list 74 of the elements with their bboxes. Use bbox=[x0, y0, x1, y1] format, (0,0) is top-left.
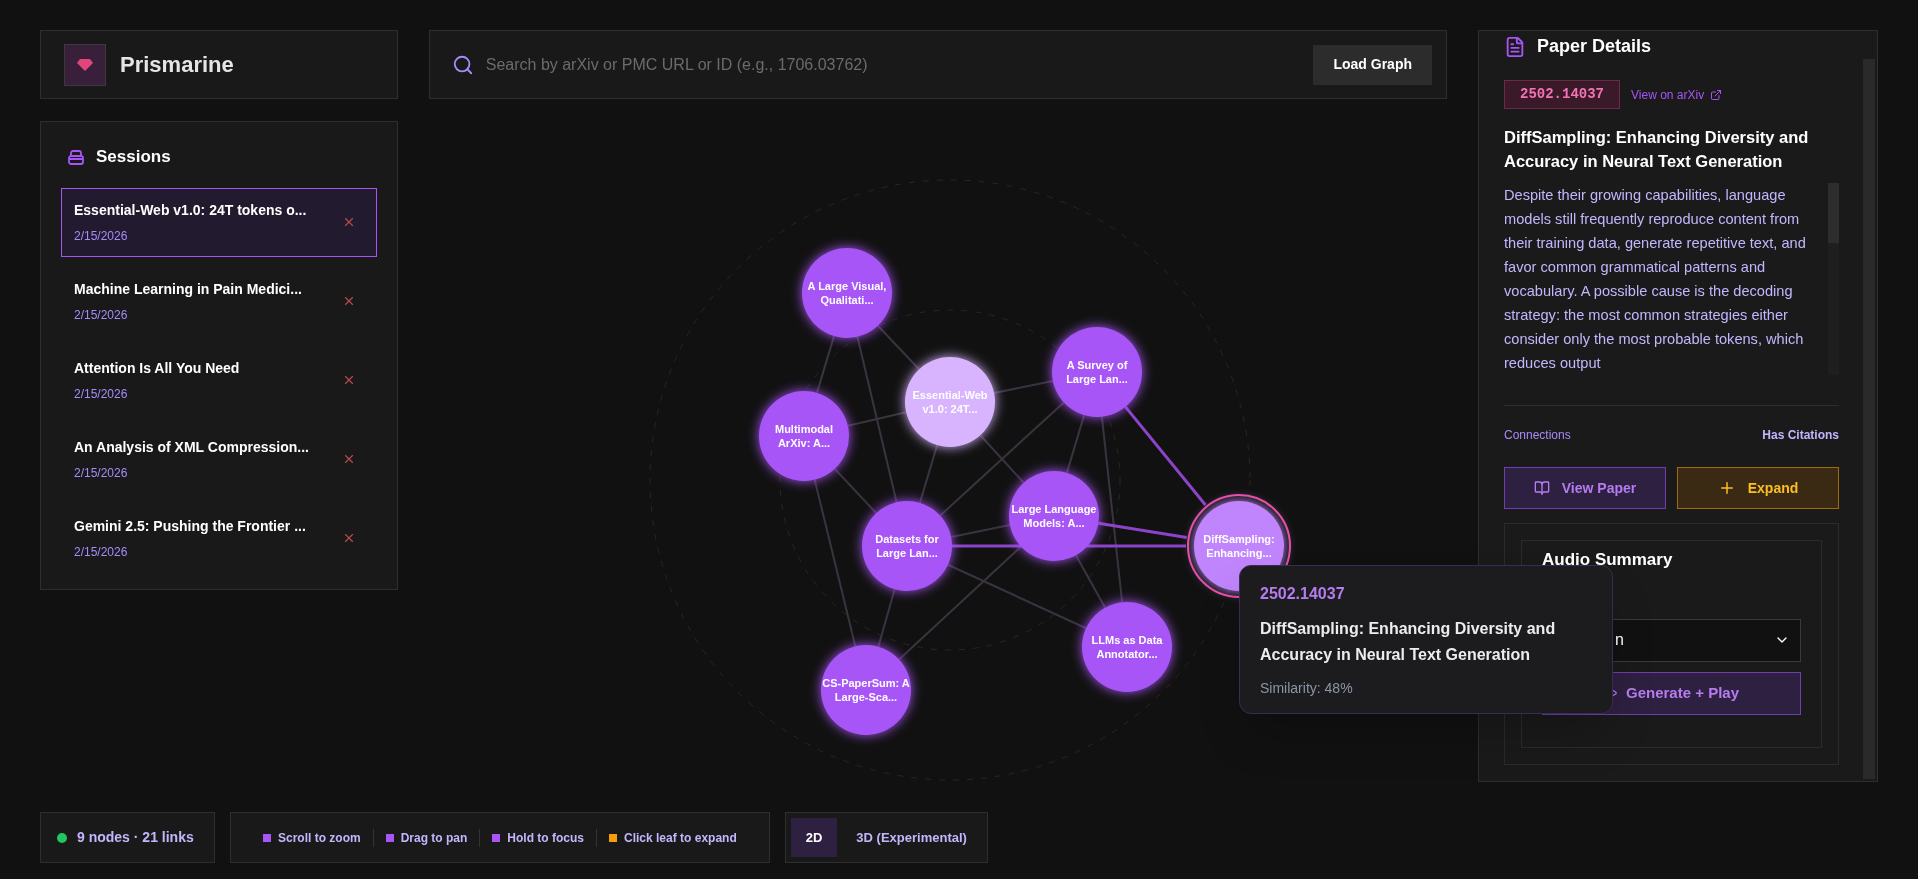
node-label: CS-PaperSum: A bbox=[822, 676, 910, 690]
node-label: Qualitati... bbox=[820, 293, 874, 307]
hint-text: Scroll to zoom bbox=[278, 829, 361, 847]
session-item[interactable]: Essential-Web v1.0: 24T tokens o... 2/15/2026 bbox=[61, 187, 377, 257]
stats-text: 9 nodes · 21 links bbox=[77, 828, 194, 847]
node-label: Datasets for bbox=[875, 532, 939, 546]
graph-edge bbox=[877, 588, 896, 648]
graph-node[interactable] bbox=[1082, 602, 1172, 692]
search-field[interactable]: Search by arXiv or PMC URL or ID (e.g., 1706.03762) Load Graph bbox=[428, 30, 1447, 99]
node-label: Models: A... bbox=[1023, 516, 1085, 530]
external-link-icon bbox=[1710, 88, 1723, 101]
graph-node[interactable] bbox=[802, 248, 892, 338]
session-title: Essential-Web v1.0: 24T tokens o... bbox=[74, 200, 307, 220]
node-label: Large Lan... bbox=[1066, 372, 1128, 386]
graph-node[interactable] bbox=[759, 391, 849, 481]
graph-edge bbox=[815, 335, 836, 394]
expand-button[interactable]: Expand bbox=[1677, 467, 1839, 509]
view-tab[interactable]: 2D bbox=[790, 818, 838, 857]
graph-edge bbox=[950, 524, 1011, 538]
hint-text: Click leaf to expand bbox=[624, 829, 737, 847]
session-date: 2/15/2026 bbox=[74, 464, 129, 482]
session-item[interactable]: Attention Is All You Need 2/15/2026 bbox=[61, 345, 377, 415]
session-item[interactable]: Gemini 2.5: Pushing the Frontier ... 2/15/2026 bbox=[61, 503, 377, 573]
session-date: 2/15/2026 bbox=[74, 306, 129, 324]
graph-node[interactable] bbox=[1052, 327, 1142, 417]
search-icon bbox=[451, 53, 474, 76]
graph-node[interactable] bbox=[905, 357, 995, 447]
node-label: Essential-Web bbox=[912, 388, 988, 402]
session-item[interactable]: An Analysis of XML Compression... 2/15/2026 bbox=[61, 424, 377, 494]
node-label: DiffSampling: bbox=[1203, 532, 1275, 546]
graph-edge bbox=[993, 380, 1054, 394]
graph-node[interactable] bbox=[862, 501, 952, 591]
node-label: Large Lan... bbox=[876, 546, 938, 560]
session-title: Attention Is All You Need bbox=[74, 358, 240, 378]
node-label: A Large Visual, bbox=[807, 279, 887, 293]
brand-name: Prismarine bbox=[120, 51, 234, 79]
node-label: Large-Sca... bbox=[834, 690, 898, 704]
node-label: v1.0: 24T... bbox=[922, 402, 978, 416]
sessions-title: Sessions bbox=[96, 146, 171, 168]
connections-label: Connections bbox=[1504, 427, 1571, 444]
gem-logo-icon bbox=[64, 43, 106, 86]
hint-text: Drag to pan bbox=[400, 829, 468, 847]
node-label: Large Language bbox=[1011, 502, 1097, 516]
tooltip-similarity: Similarity: 48% bbox=[1260, 679, 1354, 698]
session-title: Machine Learning in Pain Medici... bbox=[74, 279, 302, 299]
audio-title: Audio Summary bbox=[1542, 549, 1674, 571]
view-paper-button[interactable]: View Paper bbox=[1504, 467, 1666, 509]
session-date: 2/15/2026 bbox=[74, 543, 129, 561]
node-label: ArXiv: A... bbox=[777, 436, 831, 450]
node-label: LLMs as Data bbox=[1091, 633, 1163, 647]
tooltip-id: 2502.14037 bbox=[1260, 584, 1346, 604]
panel-title: Paper Details bbox=[1537, 35, 1652, 58]
arxiv-link[interactable]: View on arXiv bbox=[1631, 85, 1723, 104]
session-date: 2/15/2026 bbox=[74, 385, 129, 403]
view-tab[interactable]: 3D (Experimental) bbox=[841, 818, 982, 857]
graph-node[interactable] bbox=[1009, 471, 1099, 561]
document-icon bbox=[1504, 35, 1526, 58]
session-item[interactable]: Machine Learning in Pain Medici... 2/15/2026 bbox=[61, 266, 377, 336]
node-label: Enhancing... bbox=[1206, 546, 1272, 560]
connections-value: Has Citations bbox=[1762, 427, 1839, 444]
session-title: Gemini 2.5: Pushing the Frontier ... bbox=[74, 516, 306, 536]
session-title: An Analysis of XML Compression... bbox=[74, 437, 309, 457]
book-icon bbox=[1533, 480, 1550, 496]
node-label: Annotator... bbox=[1096, 647, 1158, 661]
load-graph-button[interactable]: Load Graph bbox=[1313, 44, 1432, 85]
node-label: Multimodal bbox=[774, 422, 834, 436]
paper-title: DiffSampling: Enhancing Diversity and Accuracy in Neural Text Generation bbox=[1504, 127, 1810, 172]
graph-node[interactable] bbox=[821, 645, 911, 735]
node-label: A Survey of bbox=[1066, 358, 1128, 372]
paper-id-badge: 2502.14037 bbox=[1504, 80, 1620, 109]
session-date: 2/15/2026 bbox=[74, 227, 129, 245]
paper-abstract: Despite their growing capabilities, language models still frequently reproduce content from their training data, generate repetitive text, and favor common grammatical patterns and vocabulary. A possible cause is the decoding strategy: the most common strategies either consider only the most probable tokens, which reduces output bbox=[1504, 186, 1807, 373]
hint-text: Hold to focus bbox=[507, 829, 584, 847]
stack-icon bbox=[67, 147, 85, 166]
